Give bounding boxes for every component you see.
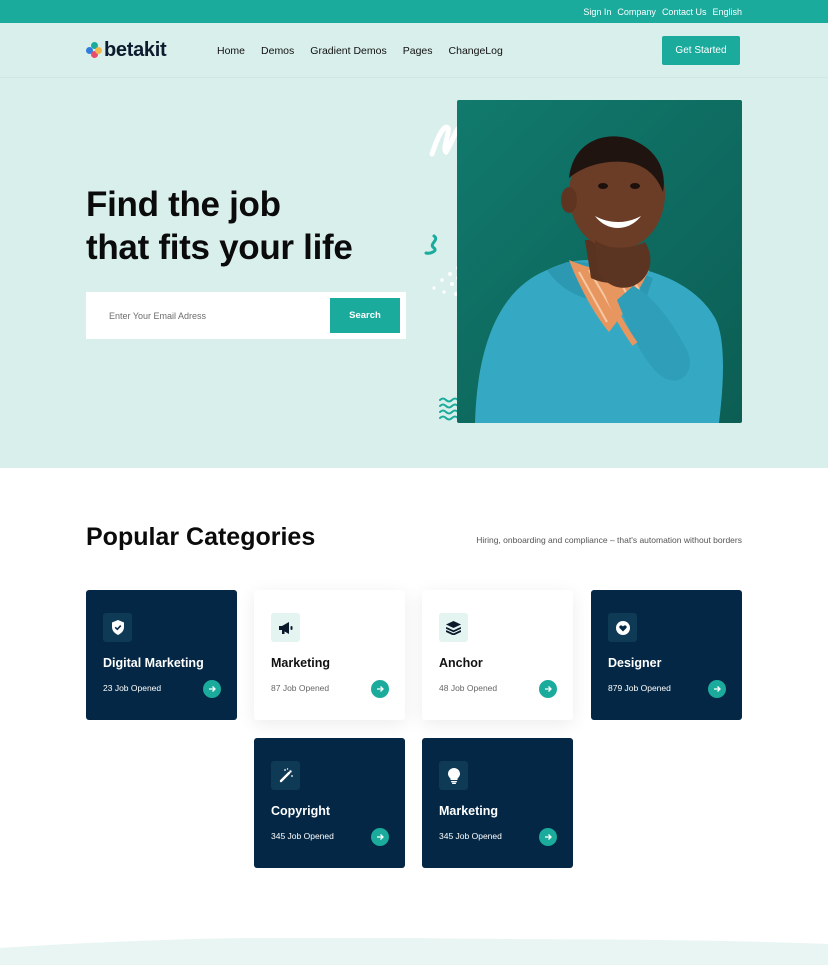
top-link-sign-in[interactable]: Sign In: [583, 7, 611, 17]
category-title: Marketing: [271, 656, 331, 670]
megaphone-icon: [271, 613, 300, 642]
squiggle-decoration-icon: [424, 234, 438, 255]
hero-title-line-2: that fits your life: [86, 228, 353, 267]
arrow-right-icon[interactable]: [371, 828, 389, 846]
magic-wand-icon: [271, 761, 300, 790]
category-count: 48 Job Opened: [439, 683, 498, 693]
nav-item-gradient-demos[interactable]: Gradient Demos: [310, 45, 386, 57]
category-title: Copyright: [271, 804, 331, 818]
top-bar: Sign In Company Contact Us English: [0, 0, 828, 23]
top-link-contact[interactable]: Contact Us: [662, 7, 707, 17]
arrow-right-icon[interactable]: [539, 828, 557, 846]
category-card-digital-marketing[interactable]: Digital Marketing 23 Job Opened: [86, 590, 237, 720]
email-search-form: Search: [86, 292, 406, 339]
search-button[interactable]: Search: [330, 298, 400, 333]
nav-item-changelog[interactable]: ChangeLog: [449, 45, 503, 57]
category-card-copyright[interactable]: Copyright 345 Job Opened: [254, 738, 405, 868]
person-illustration: [475, 136, 723, 423]
nav-item-pages[interactable]: Pages: [403, 45, 433, 57]
hero-section: Find the job that fits your life Search: [0, 78, 828, 468]
category-card-anchor[interactable]: Anchor 48 Job Opened: [422, 590, 573, 720]
main-navbar: betakit Home Demos Gradient Demos Pages …: [0, 23, 828, 78]
logo-mark-icon: [86, 41, 102, 60]
categories-title: Popular Categories: [86, 523, 316, 551]
arrow-right-icon[interactable]: [371, 680, 389, 698]
top-link-language[interactable]: English: [712, 7, 742, 17]
hero-title: Find the job that fits your life: [86, 183, 353, 269]
category-card-marketing-2[interactable]: Marketing 345 Job Opened: [422, 738, 573, 868]
category-title: Digital Marketing: [103, 656, 204, 670]
brand-name: betakit: [104, 39, 167, 61]
category-card-designer[interactable]: Designer 879 Job Opened: [591, 590, 742, 720]
arrow-right-icon[interactable]: [203, 680, 221, 698]
hero-person-image: [457, 100, 742, 423]
categories-subtitle: Hiring, onboarding and compliance – that…: [476, 535, 742, 545]
nav-menu: Home Demos Gradient Demos Pages ChangeLo…: [217, 23, 503, 78]
get-started-button[interactable]: Get Started: [662, 36, 740, 65]
category-count: 87 Job Opened: [271, 683, 330, 693]
category-title: Anchor: [439, 656, 483, 670]
category-title: Designer: [608, 656, 662, 670]
layers-icon: [439, 613, 468, 642]
category-count: 345 Job Opened: [439, 831, 502, 841]
brand-logo[interactable]: betakit: [86, 39, 167, 62]
category-count: 23 Job Opened: [103, 683, 162, 693]
email-input[interactable]: [98, 300, 318, 331]
hero-title-line-1: Find the job: [86, 185, 281, 224]
category-title: Marketing: [439, 804, 499, 818]
shield-check-icon: [103, 613, 132, 642]
nav-item-demos[interactable]: Demos: [261, 45, 294, 57]
lightbulb-icon: [439, 761, 468, 790]
top-link-company[interactable]: Company: [617, 7, 656, 17]
arrow-right-icon[interactable]: [539, 680, 557, 698]
heart-icon: [608, 613, 637, 642]
top-links: Sign In Company Contact Us English: [583, 0, 742, 23]
category-count: 879 Job Opened: [608, 683, 671, 693]
nav-item-home[interactable]: Home: [217, 45, 245, 57]
arrow-right-icon[interactable]: [708, 680, 726, 698]
category-card-marketing[interactable]: Marketing 87 Job Opened: [254, 590, 405, 720]
bottom-wave-divider: [0, 938, 828, 965]
category-count: 345 Job Opened: [271, 831, 334, 841]
